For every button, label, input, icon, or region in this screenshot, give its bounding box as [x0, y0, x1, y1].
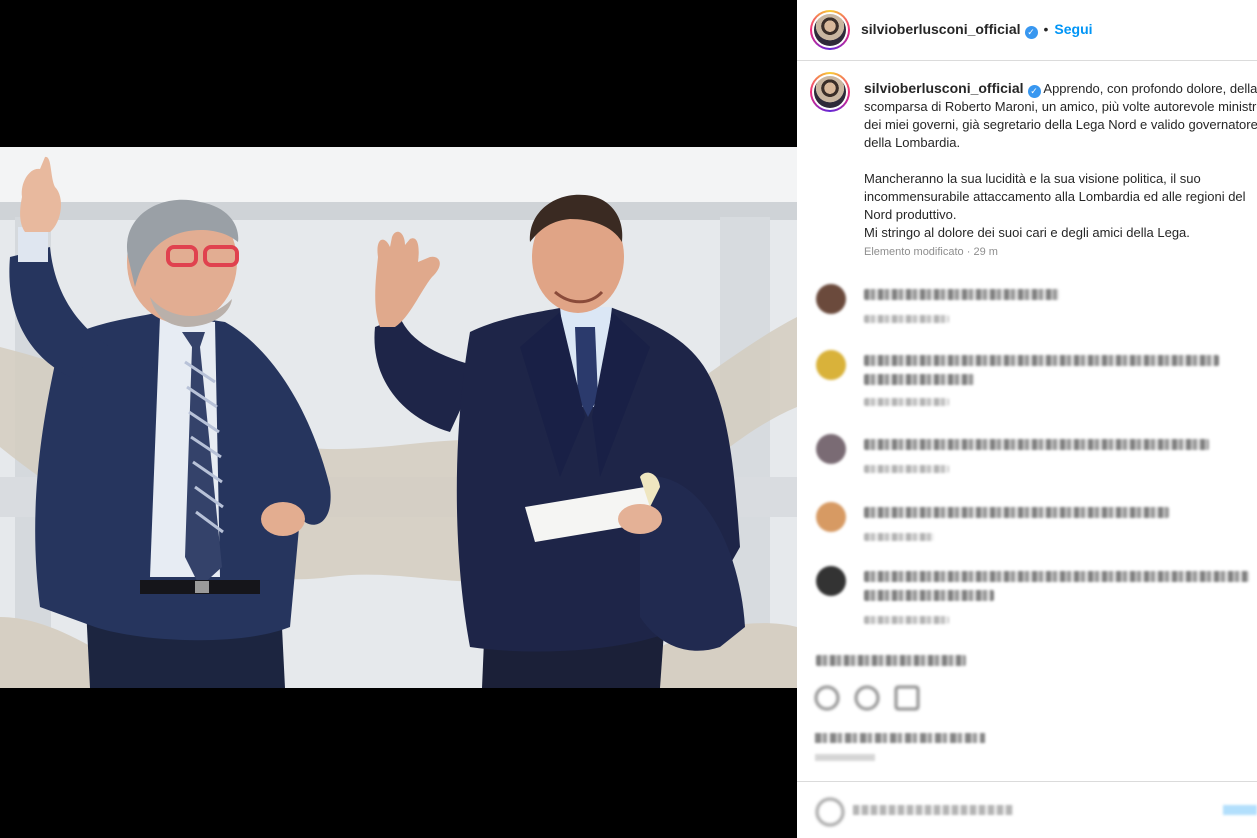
comment-text-blurred: [816, 655, 966, 666]
verified-badge-icon: ✓: [1024, 26, 1038, 39]
comment-text-blurred: [864, 571, 1249, 582]
post-photo[interactable]: [0, 147, 797, 688]
author-avatar[interactable]: [810, 10, 850, 50]
commenter-avatar[interactable]: [816, 350, 846, 380]
comment-text-blurred: [864, 507, 1169, 518]
caption-meta: Elemento modificato · 29 m: [864, 246, 998, 258]
caption-line-3: Mi stringo al dolore dei suoi cari e deg…: [864, 225, 1190, 240]
caption-paragraph-1: silvioberlusconi_official ✓ Apprendo, con…: [864, 79, 1257, 152]
commenter-avatar[interactable]: [816, 434, 846, 464]
comment-input-blurred[interactable]: [853, 805, 1013, 815]
comment-meta-blurred: [864, 315, 949, 323]
comment-meta-blurred: [864, 465, 949, 473]
header-user-line: silvioberlusconi_official ✓ • Segui: [861, 21, 1093, 39]
caption-line-2: Mancheranno la sua lucidità e la sua vis…: [864, 171, 1246, 222]
comment-text-blurred: [864, 355, 1219, 366]
separator-dot: •: [1043, 21, 1049, 37]
share-icon[interactable]: [895, 686, 919, 710]
comment-meta-blurred: [864, 533, 934, 541]
comment-meta-blurred: [864, 398, 949, 406]
caption-author-avatar[interactable]: [810, 72, 850, 112]
photo-illustration: [0, 147, 797, 688]
follow-button[interactable]: Segui: [1054, 21, 1092, 37]
comment-icon[interactable]: [855, 686, 879, 710]
post-comment-button-blurred[interactable]: [1223, 805, 1257, 815]
time-ago[interactable]: 29 m: [973, 246, 997, 258]
comment-meta-blurred: [864, 616, 949, 624]
add-comment-bar: [797, 781, 1257, 838]
post-side-panel: silvioberlusconi_official ✓ • Segui silviob…: [797, 0, 1257, 838]
post-date-blurred: [815, 754, 875, 761]
caption-text: silvioberlusconi_official ✓ Apprendo, con…: [864, 79, 1257, 242]
comment-text-blurred: [864, 590, 994, 601]
caption-username[interactable]: silvioberlusconi_official: [864, 80, 1024, 96]
verified-badge-icon: ✓: [1027, 85, 1041, 98]
likes-blurred[interactable]: [815, 733, 985, 743]
comment-text-blurred: [864, 289, 1059, 300]
post-actions: [815, 686, 1015, 710]
comment-text-blurred: [864, 374, 974, 385]
author-username[interactable]: silvioberlusconi_official: [861, 21, 1021, 37]
emoji-icon[interactable]: [816, 798, 844, 826]
commenter-avatar[interactable]: [816, 284, 846, 314]
post-media[interactable]: [0, 0, 797, 838]
edited-label: Elemento modificato: [864, 246, 964, 258]
commenter-avatar[interactable]: [816, 502, 846, 532]
heart-icon[interactable]: [815, 686, 839, 710]
comment-text-blurred: [864, 439, 1209, 450]
post-header: silvioberlusconi_official ✓ • Segui: [797, 0, 1257, 61]
commenter-avatar[interactable]: [816, 566, 846, 596]
